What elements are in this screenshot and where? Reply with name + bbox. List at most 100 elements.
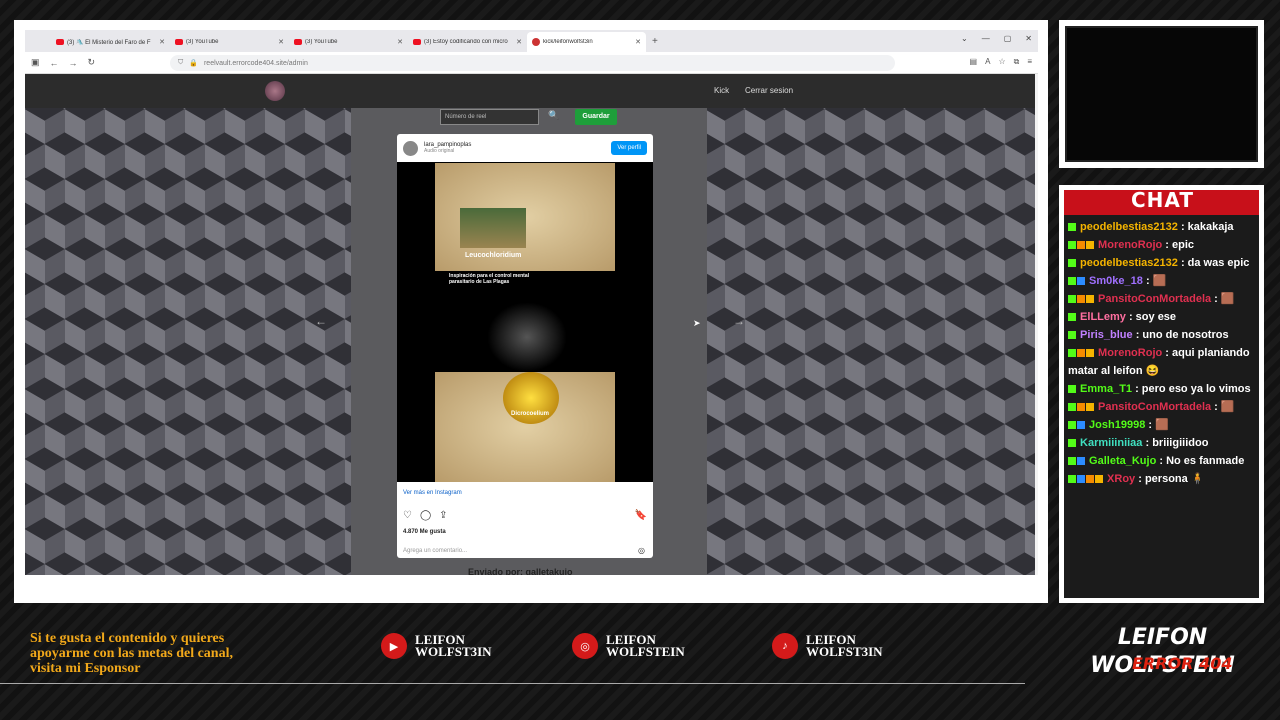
view-profile-button[interactable]: Ver perfil — [611, 141, 647, 155]
close-icon[interactable]: ✕ — [397, 38, 403, 46]
shield-icon: ⛉ — [178, 59, 184, 66]
comment-input[interactable]: Agrega un comentario... — [403, 548, 467, 554]
webcam-frame — [1059, 20, 1264, 168]
chat-header: CHAT — [1064, 190, 1259, 215]
nav-logout-link[interactable]: Cerrar sesion — [745, 86, 793, 95]
new-tab-button[interactable]: + — [646, 32, 664, 52]
bookmark-icon[interactable]: 🔖 — [635, 510, 647, 521]
share-icon[interactable]: ⇪ — [439, 510, 447, 521]
badge-icon — [1068, 223, 1076, 232]
reader-icon[interactable]: ▤ — [970, 57, 978, 67]
sponsor-line-2: apoyarme con las metas del canal, — [30, 646, 233, 661]
media-caption: Inspiración para el control mental paras… — [449, 273, 530, 285]
tab-bar: (3) 🛝 El Misterio del Faro de F ✕ (3) You… — [25, 30, 1038, 52]
badge-icon — [1077, 457, 1085, 466]
chat-username[interactable]: PansitoConMortadela — [1095, 293, 1211, 305]
chat-messages: peodelbestias2132 : kakakaja MorenoRojo … — [1068, 218, 1258, 488]
instagram-embed: lara_pampinoplas Audio original Ver perfi… — [397, 134, 653, 558]
close-icon[interactable]: ✕ — [159, 38, 165, 46]
back-icon[interactable]: ← — [50, 58, 59, 68]
tab-youtube-3[interactable]: (3) YouTube ✕ — [289, 32, 408, 52]
translate-icon[interactable]: A — [985, 57, 990, 67]
sponsor-text: Si te gusta el contenido y quieres apoya… — [30, 631, 233, 676]
avatar[interactable] — [403, 140, 418, 156]
comment-icon[interactable]: ◯ — [420, 510, 431, 521]
chat-username[interactable]: Galleta_Kujo — [1086, 455, 1156, 467]
webcam-feed — [1065, 26, 1258, 162]
chat-username[interactable]: Karmiiiniiaa — [1077, 437, 1142, 449]
chat-message: Karmiiiniiaa : briiigiiidoo — [1068, 434, 1258, 452]
nav-kick-link[interactable]: Kick — [714, 86, 729, 95]
chat-username[interactable]: MorenoRojo — [1095, 239, 1162, 251]
tab-youtube-2[interactable]: (3) YouTube ✕ — [170, 32, 289, 52]
instagram-icon[interactable]: ◎ — [638, 546, 645, 555]
view-more-link[interactable]: Ver más en Instagram — [403, 490, 462, 496]
post-media[interactable]: Leucochloridium Inspiración para el cont… — [397, 162, 653, 482]
badge-icon — [1068, 403, 1076, 412]
tab-youtube-1[interactable]: (3) 🛝 El Misterio del Faro de F ✕ — [51, 32, 170, 52]
close-window-icon[interactable]: ✕ — [1025, 34, 1032, 43]
extensions-icon[interactable]: ⧉ — [1014, 57, 1020, 67]
chat-username[interactable]: PansitoConMortadela — [1095, 401, 1211, 413]
post-audio: Audio original — [424, 148, 455, 154]
restore-icon[interactable]: ▢ — [1004, 34, 1012, 43]
badge-icon — [1077, 403, 1085, 412]
youtube-icon — [294, 39, 302, 45]
tab-youtube-4[interactable]: (3) Estoy codificando con micro ✕ — [408, 32, 527, 52]
chat-message: peodelbestias2132 : da was epic — [1068, 254, 1258, 272]
chat-username[interactable]: Emma_T1 — [1077, 383, 1132, 395]
bird-image — [460, 208, 526, 248]
chat-username[interactable]: MorenoRojo — [1095, 347, 1162, 359]
chat-text: : 🟫 — [1211, 401, 1235, 413]
chevron-down-icon[interactable]: ⌄ — [961, 34, 968, 43]
sent-by-text: Enviado por: galletakujo — [468, 567, 573, 575]
chat-text: : pero eso ya lo vimos — [1132, 383, 1251, 395]
badge-icon — [1077, 475, 1085, 484]
footer-divider — [0, 683, 1025, 684]
chat-username[interactable]: peodelbestias2132 — [1077, 257, 1178, 269]
post-header: lara_pampinoplas Audio original Ver perfi… — [397, 134, 653, 162]
minimize-icon[interactable]: — — [982, 34, 990, 43]
badge-icon — [1095, 475, 1103, 484]
arrow-left-icon[interactable]: ← — [315, 314, 327, 328]
sidebar-icon[interactable]: ▣ — [31, 57, 40, 68]
badge-icon — [1068, 295, 1076, 304]
site-navbar: Kick Cerrar sesion — [25, 74, 1035, 108]
close-icon[interactable]: ✕ — [635, 38, 641, 46]
brand-line-1: LEIFON — [1117, 625, 1208, 650]
chat-username[interactable]: Piris_blue — [1077, 329, 1133, 341]
badge-icon — [1068, 421, 1076, 430]
brand-overlay: ERROR 404 — [1132, 654, 1233, 673]
reload-icon[interactable]: ↻ — [88, 57, 96, 68]
reel-number-input[interactable]: Número de reel — [440, 109, 539, 125]
address-bar[interactable]: ⛉ 🔒 reelvault.errorcode404.site/admin — [170, 55, 895, 71]
sponsor-line-1: Si te gusta el contenido y quieres — [30, 631, 225, 646]
badge-icon — [1068, 313, 1076, 322]
forward-icon[interactable]: → — [69, 58, 78, 68]
heart-icon[interactable]: ♡ — [403, 510, 412, 521]
badge-icon — [1077, 241, 1085, 250]
chat-text: : briiigiiidoo — [1142, 437, 1209, 449]
chat-username[interactable]: peodelbestias2132 — [1077, 221, 1178, 233]
badge-icon — [1086, 241, 1094, 250]
site-logo[interactable] — [265, 81, 285, 101]
arrow-right-icon[interactable]: → — [733, 314, 745, 328]
menu-icon[interactable]: ≡ — [1027, 57, 1032, 67]
chat-username[interactable]: XRoy — [1104, 473, 1135, 485]
toolbar-icons: ▤ A ☆ ⧉ ≡ — [970, 57, 1032, 67]
close-icon[interactable]: ✕ — [278, 38, 284, 46]
badge-icon — [1068, 331, 1076, 340]
badge-icon — [1068, 457, 1076, 466]
chat-username[interactable]: Josh19998 — [1086, 419, 1145, 431]
search-icon[interactable]: 🔍 — [548, 110, 559, 121]
chat-username[interactable]: Sm0ke_18 — [1086, 275, 1143, 287]
badge-icon — [1068, 349, 1076, 358]
save-button[interactable]: Guardar — [575, 109, 617, 125]
chat-message: MorenoRojo : epic — [1068, 236, 1258, 254]
chat-username[interactable]: ElLLemy — [1077, 311, 1126, 323]
tab-kick[interactable]: kick/leifonwolfst3in ✕ — [527, 32, 646, 52]
bookmark-star-icon[interactable]: ☆ — [998, 57, 1005, 67]
youtube-icon: ▶ — [381, 633, 407, 659]
close-icon[interactable]: ✕ — [516, 38, 522, 46]
badge-icon — [1068, 475, 1076, 484]
